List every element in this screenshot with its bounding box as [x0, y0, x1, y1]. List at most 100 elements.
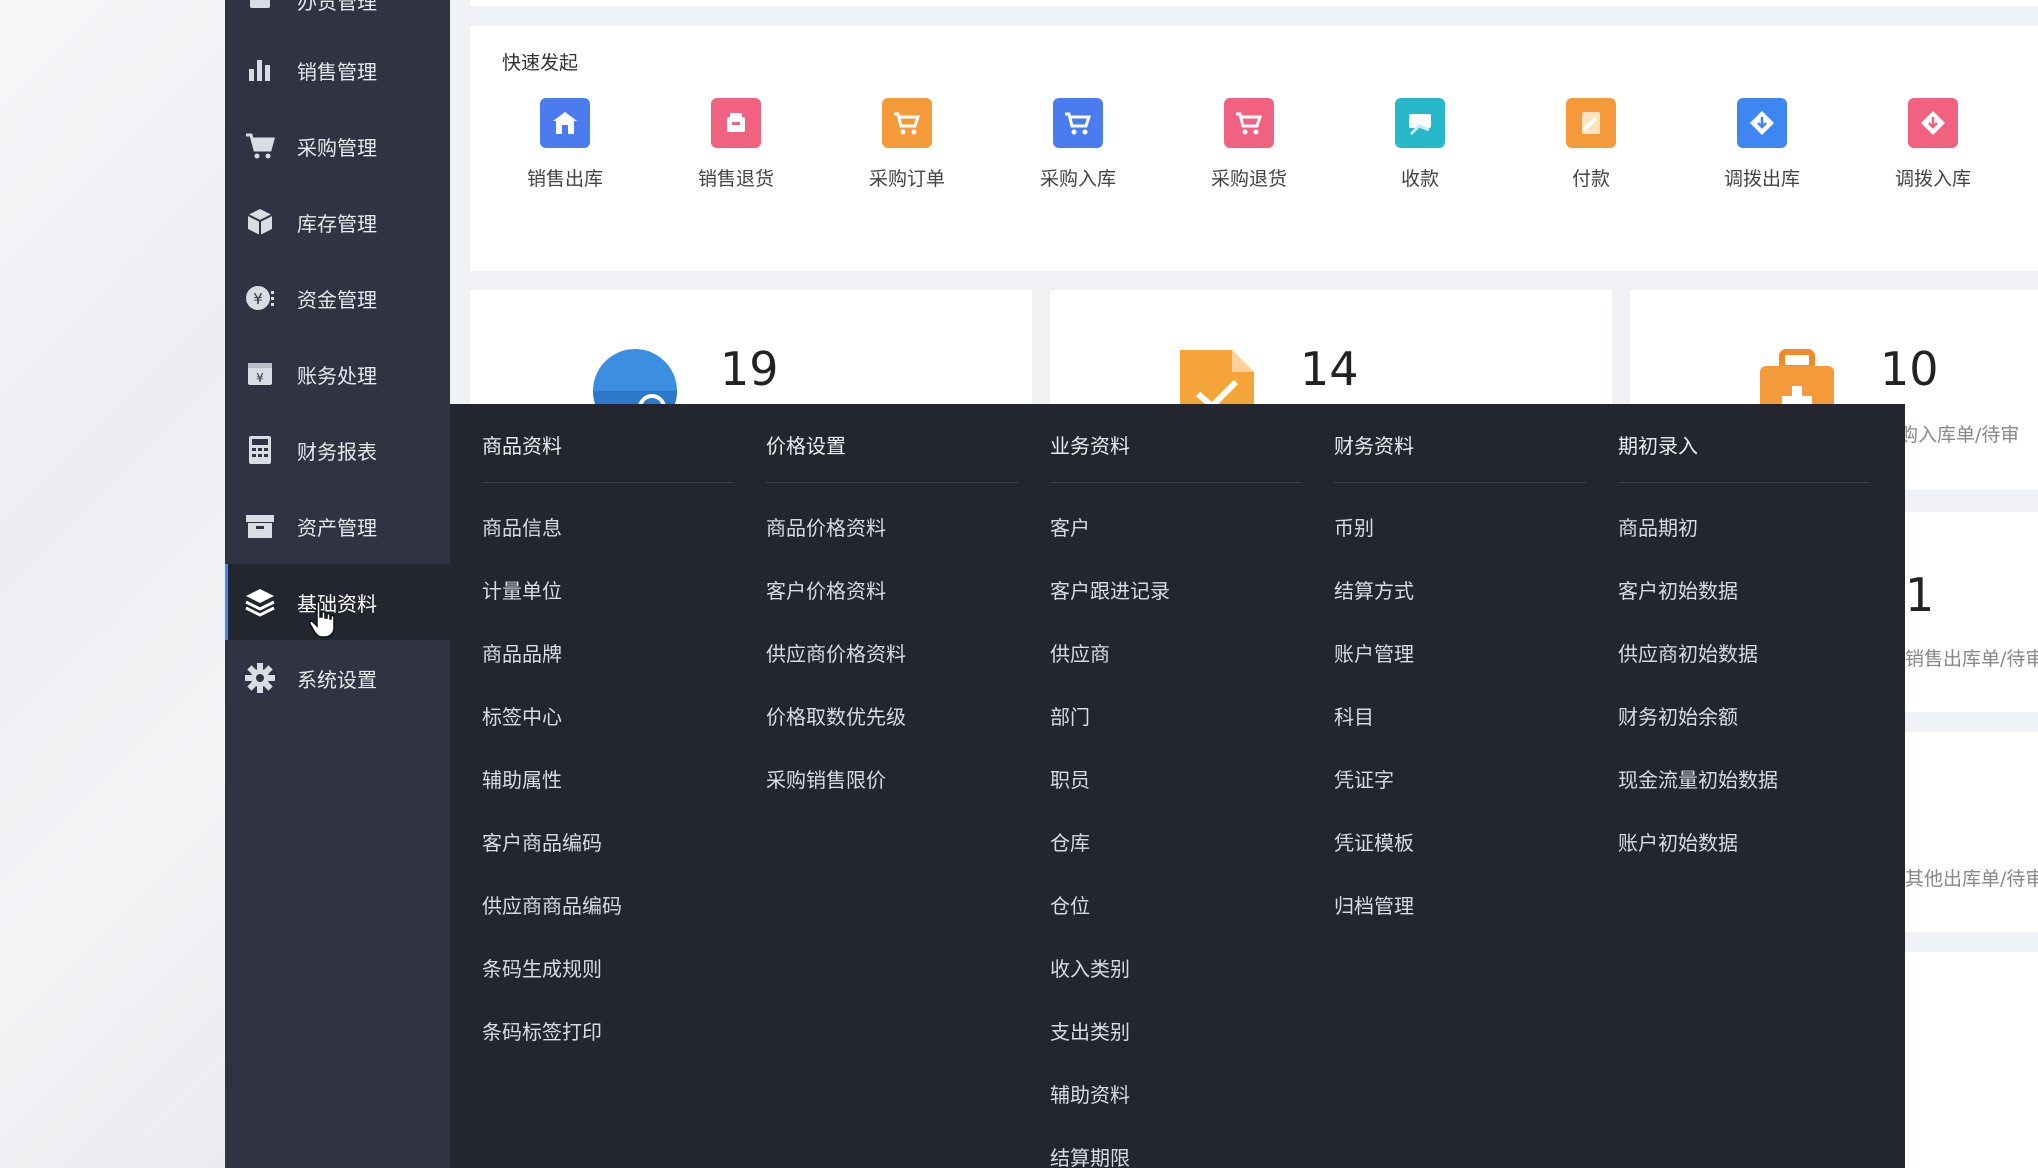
menu-link[interactable]: 供应商 — [1050, 638, 1110, 667]
menu-link[interactable]: 商品信息 — [482, 512, 562, 541]
calculator-icon — [243, 433, 277, 467]
quick-item-sales-out[interactable]: 销售出库 — [480, 98, 650, 191]
sidebar-item-label: 资产管理 — [297, 515, 377, 540]
quick-item-label: 采购退货 — [1210, 168, 1287, 190]
menu-link[interactable]: 辅助属性 — [482, 764, 562, 793]
menu-link[interactable]: 辅助资料 — [1050, 1079, 1130, 1108]
mini-card-1[interactable]: 1 销售出库单/待审 — [1905, 512, 2038, 712]
quick-item-label: 调拨入库 — [1894, 168, 1971, 190]
menu-link[interactable]: 财务初始余额 — [1618, 701, 1738, 730]
sidebar-item-funds[interactable]: ¥ 资金管理 — [225, 260, 450, 336]
quick-start-title: 快速发起 — [502, 52, 579, 74]
desktop-background — [0, 0, 225, 1168]
menu-link[interactable]: 供应商商品编码 — [482, 890, 622, 919]
layers-icon — [243, 585, 277, 619]
document-icon — [243, 0, 277, 17]
archive-icon — [243, 509, 277, 543]
menu-link[interactable]: 仓位 — [1050, 890, 1090, 919]
sidebar-item-label: 采购管理 — [297, 135, 377, 160]
menu-column-title: 价格设置 — [766, 430, 1018, 483]
quick-item-purchase-in[interactable]: 采购入库 — [993, 98, 1163, 191]
quick-item-label: 调拨出库 — [1723, 168, 1800, 190]
sidebar-item-label: 系统设置 — [297, 667, 377, 692]
svg-text:¥: ¥ — [253, 290, 263, 308]
quick-item-receive[interactable]: 收款 — [1335, 98, 1505, 191]
quick-item-purchase-return[interactable]: 采购退货 — [1164, 98, 1334, 191]
quick-item-label: 收款 — [1400, 168, 1439, 190]
return-box-icon — [711, 98, 761, 148]
sidebar-item-label: 办货管理 — [297, 0, 377, 14]
menu-link[interactable]: 现金流量初始数据 — [1618, 764, 1778, 793]
quick-item-transfer-in[interactable]: 调拨入库 — [1848, 98, 2018, 191]
menu-link[interactable]: 条码生成规则 — [482, 953, 602, 982]
menu-column-title: 商品资料 — [482, 430, 734, 483]
menu-link[interactable]: 凭证字 — [1334, 764, 1394, 793]
menu-link[interactable]: 科目 — [1334, 701, 1374, 730]
stat-value: 10 — [1880, 342, 1939, 396]
mini-subtitle: 销售出库单/待审 — [1905, 648, 2038, 670]
sidebar-item-purchase[interactable]: 采购管理 — [225, 108, 450, 184]
yen-coin-icon: ¥ — [243, 281, 277, 315]
menu-link[interactable]: 采购销售限价 — [766, 764, 886, 793]
sidebar-item-reports[interactable]: 财务报表 — [225, 412, 450, 488]
cart-icon — [243, 129, 277, 163]
basic-data-dropdown: 商品资料 商品信息 计量单位 商品品牌 标签中心 辅助属性 客户商品编码 供应商… — [450, 404, 1905, 1168]
menu-link[interactable]: 计量单位 — [482, 575, 562, 604]
menu-link[interactable]: 部门 — [1050, 701, 1090, 730]
menu-link[interactable]: 商品期初 — [1618, 512, 1698, 541]
bar-chart-icon — [243, 53, 277, 87]
menu-link[interactable]: 币别 — [1334, 512, 1374, 541]
menu-link[interactable]: 价格取数优先级 — [766, 701, 906, 730]
menu-link[interactable]: 客户价格资料 — [766, 575, 886, 604]
sidebar-item-label: 资金管理 — [297, 287, 377, 312]
menu-link[interactable]: 商品品牌 — [482, 638, 562, 667]
quick-start-panel: 快速发起 销售出库 销售退货 采购订单 采购入库 采购退货 收款 付款 调拨出库… — [470, 26, 2038, 271]
menu-link[interactable]: 客户初始数据 — [1618, 575, 1738, 604]
cart-icon — [882, 98, 932, 148]
menu-link[interactable]: 收入类别 — [1050, 953, 1130, 982]
stat-value: 19 — [720, 342, 779, 396]
sidebar-item-accounting[interactable]: ¥ 账务处理 — [225, 336, 450, 412]
sidebar-item-label: 账务处理 — [297, 363, 377, 388]
pay-icon — [1566, 98, 1616, 148]
quick-item-pay[interactable]: 付款 — [1506, 98, 1676, 191]
menu-link[interactable]: 结算期限 — [1050, 1142, 1130, 1168]
quick-item-label: 付款 — [1571, 168, 1610, 190]
menu-link[interactable]: 仓库 — [1050, 827, 1090, 856]
transfer-in-icon — [1908, 98, 1958, 148]
box-icon — [243, 205, 277, 239]
menu-link[interactable]: 商品价格资料 — [766, 512, 886, 541]
ledger-icon: ¥ — [243, 357, 277, 391]
sidebar-item-sales[interactable]: 销售管理 — [225, 32, 450, 108]
cart-return-icon — [1224, 98, 1274, 148]
menu-column-title: 财务资料 — [1334, 430, 1586, 483]
sidebar: 办货管理 销售管理 采购管理 库存管理 ¥ 资金管理 ¥ 账务处理 财务报表 资… — [225, 0, 450, 1168]
quick-item-sales-return[interactable]: 销售退货 — [651, 98, 821, 191]
stat-value: 14 — [1300, 342, 1359, 396]
top-card-edge — [470, 0, 2038, 6]
menu-link[interactable]: 归档管理 — [1334, 890, 1414, 919]
menu-column-title: 业务资料 — [1050, 430, 1302, 483]
sidebar-item-settings[interactable]: 系统设置 — [225, 640, 450, 716]
menu-link[interactable]: 客户 — [1050, 512, 1090, 541]
menu-link[interactable]: 供应商初始数据 — [1618, 638, 1758, 667]
menu-link[interactable]: 供应商价格资料 — [766, 638, 906, 667]
mini-value: 1 — [1905, 568, 1935, 622]
menu-link[interactable]: 结算方式 — [1334, 575, 1414, 604]
quick-item-transfer-out[interactable]: 调拨出库 — [1677, 98, 1847, 191]
sidebar-item-inventory[interactable]: 库存管理 — [225, 184, 450, 260]
menu-link[interactable]: 支出类别 — [1050, 1016, 1130, 1045]
quick-item-purchase-order[interactable]: 采购订单 — [822, 98, 992, 191]
menu-link[interactable]: 客户商品编码 — [482, 827, 602, 856]
menu-link[interactable]: 账户管理 — [1334, 638, 1414, 667]
menu-link[interactable]: 凭证模板 — [1334, 827, 1414, 856]
menu-link[interactable]: 职员 — [1050, 764, 1090, 793]
sidebar-item-label: 库存管理 — [297, 211, 377, 236]
menu-link[interactable]: 客户跟进记录 — [1050, 575, 1170, 604]
menu-link[interactable]: 条码标签打印 — [482, 1016, 602, 1045]
menu-link[interactable]: 标签中心 — [482, 701, 562, 730]
menu-link[interactable]: 账户初始数据 — [1618, 827, 1738, 856]
quick-item-label: 采购入库 — [1039, 168, 1116, 190]
sidebar-item-assets[interactable]: 资产管理 — [225, 488, 450, 564]
mini-card-2[interactable]: 其他出库单/待审 — [1905, 732, 2038, 932]
